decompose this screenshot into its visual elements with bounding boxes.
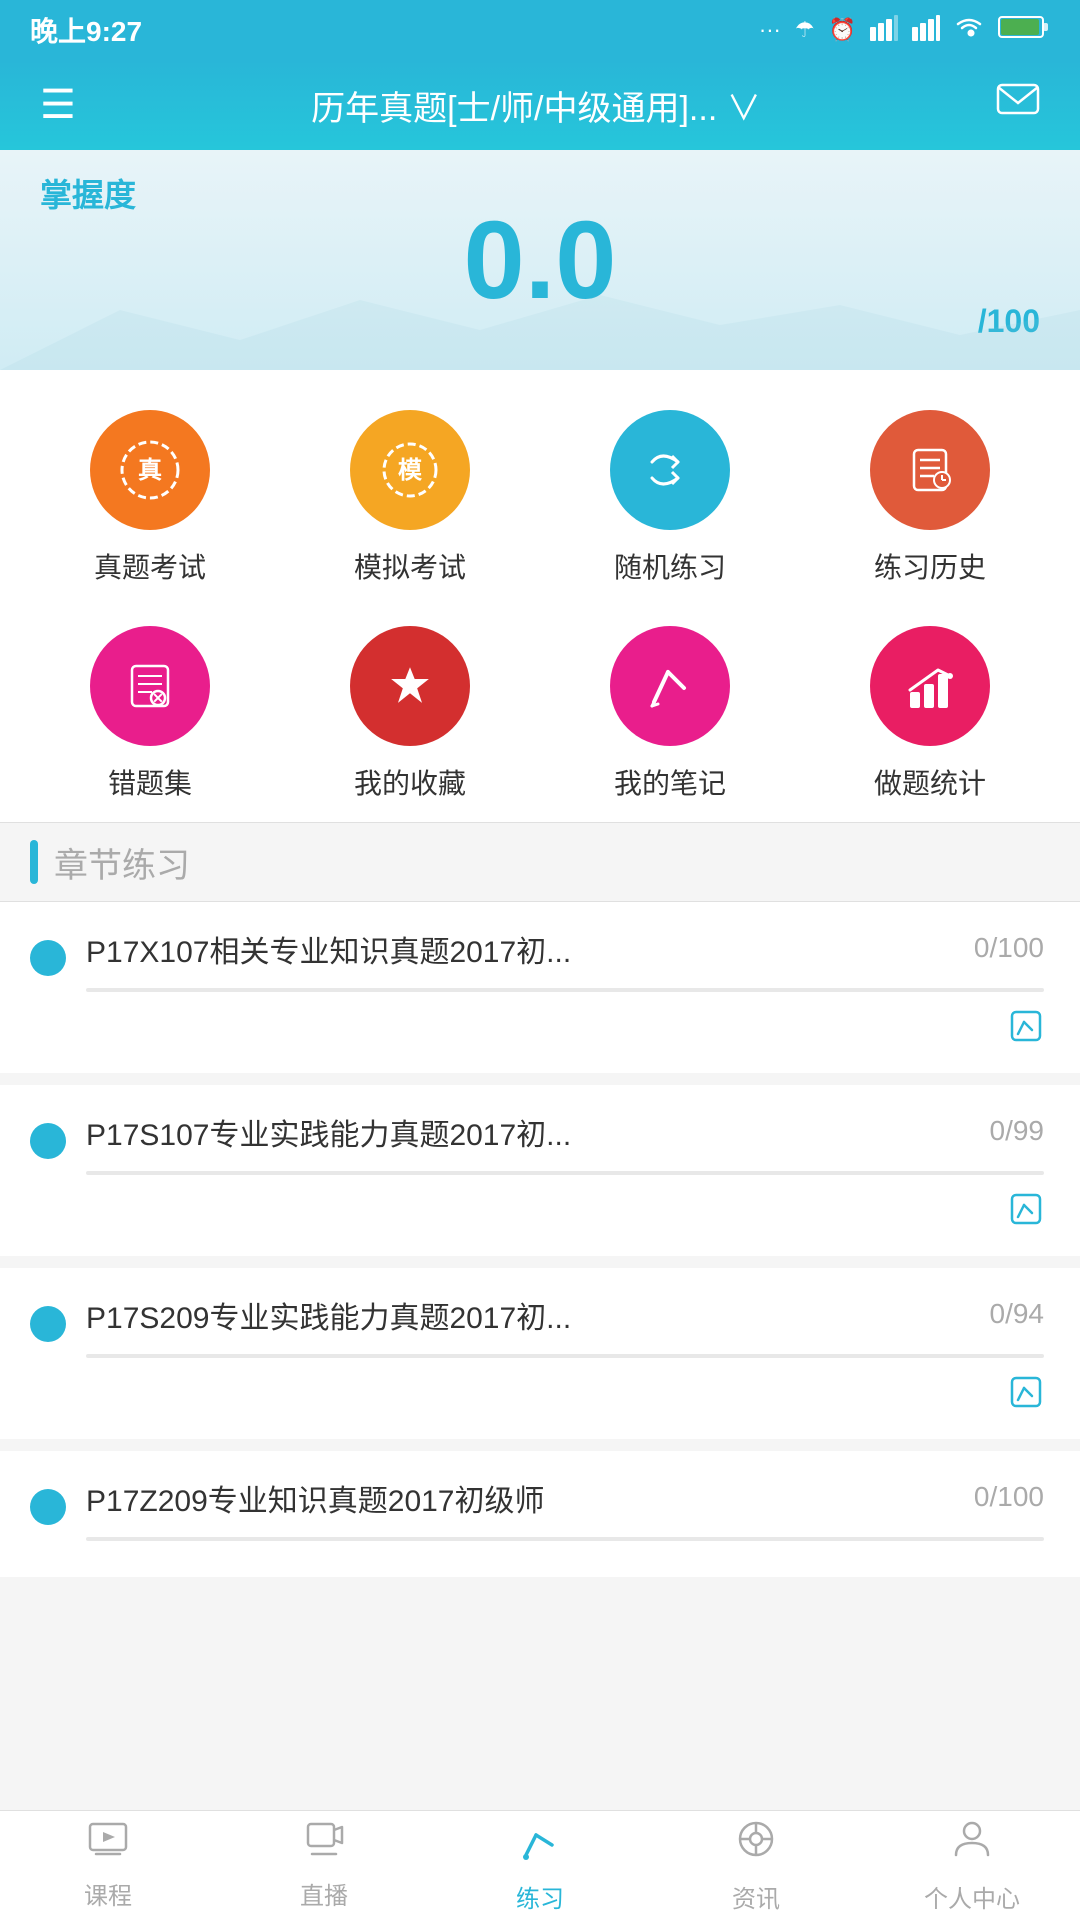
svg-text:真: 真 xyxy=(138,456,162,484)
menu-button[interactable]: ☰ xyxy=(40,85,76,125)
list-item-name: P17Z209专业知识真题2017初级师 xyxy=(86,1481,954,1523)
my-notes-circle xyxy=(610,626,730,746)
list-item[interactable]: P17S209专业实践能力真题2017初... 0/94 xyxy=(0,1268,1080,1451)
section-header: 章节练习 xyxy=(0,822,1080,902)
action-real-exam[interactable]: 真 真题考试 xyxy=(20,410,280,586)
live-label: 直播 xyxy=(300,1876,348,1911)
list-container: P17X107相关专业知识真题2017初... 0/100 P1 xyxy=(0,902,1080,1577)
signal-dots: ··· xyxy=(759,17,781,43)
random-practice-circle xyxy=(610,410,730,530)
list-edit[interactable] xyxy=(86,1008,1044,1053)
list-content: P17X107相关专业知识真题2017初... 0/100 xyxy=(86,932,1044,1053)
list-item-name: P17S209专业实践能力真题2017初... xyxy=(86,1298,970,1340)
list-dot xyxy=(30,1123,66,1159)
list-edit[interactable] xyxy=(86,1374,1044,1419)
list-title-row: P17S107专业实践能力真题2017初... 0/99 xyxy=(86,1115,1044,1157)
random-practice-label: 随机练习 xyxy=(614,546,726,586)
wrong-questions-circle: ✕ xyxy=(90,626,210,746)
list-progress-bar xyxy=(86,1537,1044,1541)
list-edit[interactable] xyxy=(86,1191,1044,1236)
action-practice-history[interactable]: 练习历史 xyxy=(800,410,1060,586)
wifi-icon xyxy=(954,15,984,45)
practice-history-circle xyxy=(870,410,990,530)
courses-label: 课程 xyxy=(84,1876,132,1911)
nav-news[interactable]: 资讯 xyxy=(648,1811,864,1920)
app-header: ☰ 历年真题[士/师/中级通用]... ∨ xyxy=(0,60,1080,150)
news-icon xyxy=(734,1817,778,1871)
mock-exam-circle: 模 xyxy=(350,410,470,530)
stats-circle xyxy=(870,626,990,746)
status-time: 晚上9:27 xyxy=(30,10,142,50)
list-progress-bar xyxy=(86,1354,1044,1358)
practice-icon xyxy=(518,1817,562,1871)
practice-label: 练习 xyxy=(516,1879,564,1914)
list-item-score: 0/99 xyxy=(990,1115,1045,1147)
real-exam-circle: 真 xyxy=(90,410,210,530)
my-notes-label: 我的笔记 xyxy=(614,762,726,802)
list-item-name: P17S107专业实践能力真题2017初... xyxy=(86,1115,970,1157)
action-mock-exam[interactable]: 模 模拟考试 xyxy=(280,410,540,586)
header-title-text: 历年真题[士/师/中级通用]... ∨ xyxy=(311,81,761,130)
list-item[interactable]: P17Z209专业知识真题2017初级师 0/100 xyxy=(0,1451,1080,1577)
battery-icon xyxy=(998,14,1050,46)
courses-icon xyxy=(86,1820,130,1868)
edit-icon[interactable] xyxy=(1008,1008,1044,1053)
live-icon xyxy=(302,1820,346,1868)
edit-icon[interactable] xyxy=(1008,1191,1044,1236)
nav-live[interactable]: 直播 xyxy=(216,1811,432,1920)
section-title: 章节练习 xyxy=(54,838,190,887)
list-progress-bar xyxy=(86,1171,1044,1175)
list-item-score: 0/100 xyxy=(974,932,1044,964)
list-dot xyxy=(30,1306,66,1342)
list-item[interactable]: P17S107专业实践能力真题2017初... 0/99 xyxy=(0,1085,1080,1268)
real-exam-label: 真题考试 xyxy=(94,546,206,586)
profile-label: 个人中心 xyxy=(924,1879,1020,1914)
list-content: P17S107专业实践能力真题2017初... 0/99 xyxy=(86,1115,1044,1236)
list-content: P17Z209专业知识真题2017初级师 0/100 xyxy=(86,1481,1044,1557)
list-item[interactable]: P17X107相关专业知识真题2017初... 0/100 xyxy=(0,902,1080,1085)
list-progress-bar xyxy=(86,988,1044,992)
my-favorites-label: 我的收藏 xyxy=(354,762,466,802)
list-content: P17S209专业实践能力真题2017初... 0/94 xyxy=(86,1298,1044,1419)
profile-icon xyxy=(950,1817,994,1871)
action-my-favorites[interactable]: 我的收藏 xyxy=(280,626,540,802)
stats-label: 做题统计 xyxy=(874,762,986,802)
list-dot xyxy=(30,940,66,976)
mock-exam-label: 模拟考试 xyxy=(354,546,466,586)
quick-actions-grid: 真 真题考试 模 模拟考试 随机练习 xyxy=(0,370,1080,822)
list-title-row: P17S209专业实践能力真题2017初... 0/94 xyxy=(86,1298,1044,1340)
svg-text:模: 模 xyxy=(398,457,423,484)
list-dot xyxy=(30,1489,66,1525)
news-label: 资讯 xyxy=(732,1879,780,1914)
list-item-name: P17X107相关专业知识真题2017初... xyxy=(86,932,954,974)
nav-practice[interactable]: 练习 xyxy=(432,1811,648,1920)
list-title-row: P17X107相关专业知识真题2017初... 0/100 xyxy=(86,932,1044,974)
status-icons: ··· ☂ ⏰ xyxy=(759,13,1050,47)
header-title[interactable]: 历年真题[士/师/中级通用]... ∨ xyxy=(311,81,761,130)
mountain-decoration xyxy=(0,290,1080,370)
list-item-score: 0/100 xyxy=(974,1481,1044,1513)
list-item-score: 0/94 xyxy=(990,1298,1045,1330)
wrong-questions-label: 错题集 xyxy=(108,762,192,802)
bluetooth-icon: ☂ xyxy=(795,17,815,43)
section-bar xyxy=(30,840,38,884)
edit-icon[interactable] xyxy=(1008,1374,1044,1419)
my-favorites-circle xyxy=(350,626,470,746)
nav-profile[interactable]: 个人中心 xyxy=(864,1811,1080,1920)
action-stats[interactable]: 做题统计 xyxy=(800,626,1060,802)
signal-icon1 xyxy=(870,13,898,47)
nav-courses[interactable]: 课程 xyxy=(0,1811,216,1920)
signal-icon2 xyxy=(912,13,940,47)
alarm-icon: ⏰ xyxy=(829,17,856,43)
list-title-row: P17Z209专业知识真题2017初级师 0/100 xyxy=(86,1481,1044,1523)
mastery-section: 掌握度 0.0 /100 xyxy=(0,150,1080,370)
svg-text:✕: ✕ xyxy=(152,690,164,706)
practice-history-label: 练习历史 xyxy=(874,546,986,586)
action-my-notes[interactable]: 我的笔记 xyxy=(540,626,800,802)
message-button[interactable] xyxy=(996,83,1040,128)
bottom-nav: 课程 直播 练习 xyxy=(0,1810,1080,1920)
action-wrong-questions[interactable]: ✕ 错题集 xyxy=(20,626,280,802)
action-random-practice[interactable]: 随机练习 xyxy=(540,410,800,586)
status-bar: 晚上9:27 ··· ☂ ⏰ xyxy=(0,0,1080,60)
